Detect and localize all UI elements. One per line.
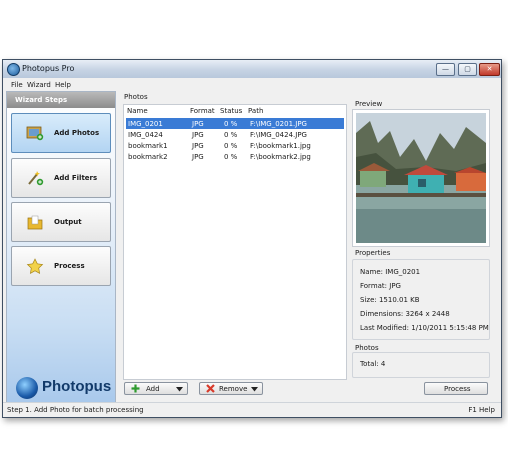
row-path: F:\bookmark2.jpg: [250, 153, 311, 161]
row-path: F:\bookmark1.jpg: [250, 142, 311, 150]
app-icon: [7, 63, 20, 76]
photos-caption: Photos: [124, 93, 148, 101]
property-format: Format: JPG: [360, 282, 401, 290]
output-folder-icon: [27, 215, 43, 230]
step-add-filters[interactable]: Add Filters: [11, 158, 111, 198]
remove-x-icon: [206, 384, 215, 393]
column-path[interactable]: Path: [248, 107, 263, 115]
add-photos-icon: [26, 126, 44, 141]
process-button[interactable]: Process: [424, 382, 488, 395]
step-output-label: Output: [54, 218, 82, 226]
properties-caption: Properties: [355, 249, 391, 257]
property-dimensions: Dimensions: 3264 x 2448: [360, 310, 450, 318]
photos-list[interactable]: Name Format Status Path IMG_0201 JPG 0 %…: [123, 104, 347, 380]
list-header: Name Format Status Path: [124, 105, 346, 116]
property-last-modified: Last Modified: 1/10/2011 5:15:48 PM: [360, 324, 489, 332]
add-button[interactable]: Add: [124, 382, 188, 395]
row-name: bookmark2: [128, 153, 168, 161]
step-process-label: Process: [54, 262, 85, 270]
menu-file[interactable]: File: [11, 81, 23, 89]
row-name: bookmark1: [128, 142, 168, 150]
step-process[interactable]: Process: [11, 246, 111, 286]
menu-wizard[interactable]: Wizard: [27, 81, 51, 89]
property-name: Name: IMG_0201: [360, 268, 421, 276]
photos-summary-caption: Photos: [355, 344, 379, 352]
photo-row[interactable]: bookmark1 JPG 0 % F:\bookmark1.jpg: [126, 140, 344, 151]
menu-bar: File Wizard Help: [3, 78, 501, 90]
logo-mark-icon: [16, 377, 38, 399]
photo-row[interactable]: bookmark2 JPG 0 % F:\bookmark2.jpg: [126, 151, 344, 162]
step-add-photos[interactable]: Add Photos: [11, 113, 111, 153]
status-bar: Step 1. Add Photo for batch processing F…: [3, 402, 501, 417]
add-button-label: Add: [146, 385, 160, 393]
minimize-button[interactable]: —: [436, 63, 455, 76]
remove-button[interactable]: Remove: [199, 382, 263, 395]
row-name: IMG_0201: [128, 120, 163, 128]
row-status: 0 %: [224, 120, 238, 128]
step-add-filters-label: Add Filters: [54, 174, 98, 182]
title-bar[interactable]: Photopus Pro — ▢ ✕: [3, 60, 501, 79]
wizard-steps-pane: Wizard Steps Add Photos Add Filters Outp…: [6, 91, 116, 403]
photos-total: Total: 4: [360, 360, 386, 368]
preview-image: [356, 113, 486, 243]
menu-help[interactable]: Help: [55, 81, 71, 89]
window-title: Photopus Pro: [22, 64, 75, 73]
step-output[interactable]: Output: [11, 202, 111, 242]
property-size: Size: 1510.01 KB: [360, 296, 420, 304]
chevron-down-icon[interactable]: [251, 387, 258, 392]
row-format: JPG: [192, 131, 204, 139]
add-filters-icon: [28, 171, 44, 186]
row-status: 0 %: [224, 153, 238, 161]
preview-pane: [352, 109, 490, 247]
row-format: JPG: [192, 153, 204, 161]
column-name[interactable]: Name: [127, 107, 148, 115]
process-star-icon: [26, 258, 44, 274]
column-status[interactable]: Status: [220, 107, 242, 115]
row-status: 0 %: [224, 131, 238, 139]
row-status: 0 %: [224, 142, 238, 150]
maximize-button[interactable]: ▢: [458, 63, 477, 76]
column-format[interactable]: Format: [190, 107, 215, 115]
preview-caption: Preview: [355, 100, 383, 108]
remove-button-label: Remove: [219, 385, 248, 393]
row-name: IMG_0424: [128, 131, 163, 139]
help-hint: F1 Help: [468, 406, 495, 414]
row-format: JPG: [192, 142, 204, 150]
plus-icon: [131, 384, 140, 393]
row-format: JPG: [192, 120, 204, 128]
photo-row[interactable]: IMG_0201 JPG 0 % F:\IMG_0201.JPG: [126, 118, 344, 129]
chevron-down-icon[interactable]: [176, 387, 183, 392]
app-window: Photopus Pro — ▢ ✕ File Wizard Help Wiza…: [2, 59, 502, 418]
row-path: F:\IMG_0201.JPG: [250, 120, 307, 128]
logo-text: Photopus: [42, 378, 112, 395]
status-message: Step 1. Add Photo for batch processing: [7, 406, 144, 414]
row-path: F:\IMG_0424.JPG: [250, 131, 307, 139]
step-add-photos-label: Add Photos: [54, 129, 100, 137]
process-button-label: Process: [444, 385, 471, 393]
photo-row[interactable]: IMG_0424 JPG 0 % F:\IMG_0424.JPG: [126, 129, 344, 140]
close-button[interactable]: ✕: [479, 63, 500, 76]
wizard-steps-header: Wizard Steps: [7, 92, 115, 108]
